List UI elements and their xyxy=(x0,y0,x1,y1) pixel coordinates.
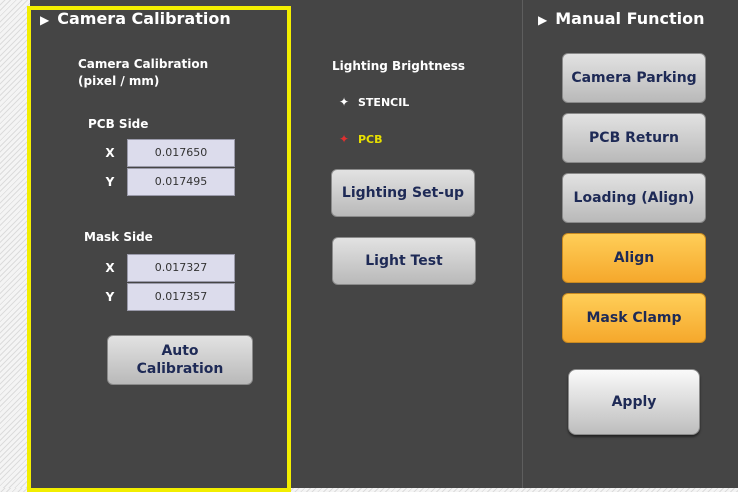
calibration-subtitle-line1: Camera Calibration xyxy=(78,57,209,71)
light-test-button[interactable]: Light Test xyxy=(332,237,476,285)
white-star-icon: ✦ xyxy=(338,95,350,109)
camera-calibration-header-label: Camera Calibration xyxy=(57,9,231,28)
mask-side-label: Mask Side xyxy=(84,230,153,244)
auto-calibration-label-line1: Auto xyxy=(161,343,199,359)
pcb-y-value-field[interactable]: 0.017495 xyxy=(127,168,235,196)
camera-parking-button[interactable]: Camera Parking xyxy=(562,53,706,103)
pcb-side-label: PCB Side xyxy=(88,117,149,131)
red-star-icon: ✦ xyxy=(338,132,350,146)
lighting-option-pcb[interactable]: ✦ PCB xyxy=(338,132,383,146)
manual-function-header-label: Manual Function xyxy=(555,9,705,28)
calibration-subtitle-line2: (pixel / mm) xyxy=(78,74,160,88)
mask-x-value-field[interactable]: 0.017327 xyxy=(127,254,235,282)
pcb-x-value-field[interactable]: 0.017650 xyxy=(127,139,235,167)
mask-y-label: Y xyxy=(105,290,115,304)
lighting-brightness-title: Lighting Brightness xyxy=(332,59,466,73)
loading-align-button[interactable]: Loading (Align) xyxy=(562,173,706,223)
triangle-right-icon: ▶ xyxy=(40,13,50,27)
stencil-label: STENCIL xyxy=(358,95,410,109)
auto-calibration-button[interactable]: Auto Calibration xyxy=(107,335,253,385)
apply-button[interactable]: Apply xyxy=(568,369,700,435)
pcb-return-button[interactable]: PCB Return xyxy=(562,113,706,163)
mask-clamp-button[interactable]: Mask Clamp xyxy=(562,293,706,343)
lighting-option-stencil[interactable]: ✦ STENCIL xyxy=(338,95,409,109)
mask-y-value-field[interactable]: 0.017357 xyxy=(127,283,235,311)
manual-function-header: ▶ Manual Function xyxy=(538,9,705,28)
pcb-y-label: Y xyxy=(105,175,115,189)
panel-divider xyxy=(522,0,523,488)
pcb-x-label: X xyxy=(105,146,115,160)
triangle-right-icon: ▶ xyxy=(538,13,548,27)
align-button[interactable]: Align xyxy=(562,233,706,283)
camera-calibration-header: ▶ Camera Calibration xyxy=(40,9,231,28)
pcb-option-label: PCB xyxy=(358,132,383,146)
mask-x-label: X xyxy=(105,261,115,275)
auto-calibration-label-line2: Calibration xyxy=(136,361,224,377)
lighting-setup-button[interactable]: Lighting Set-up xyxy=(331,169,475,217)
